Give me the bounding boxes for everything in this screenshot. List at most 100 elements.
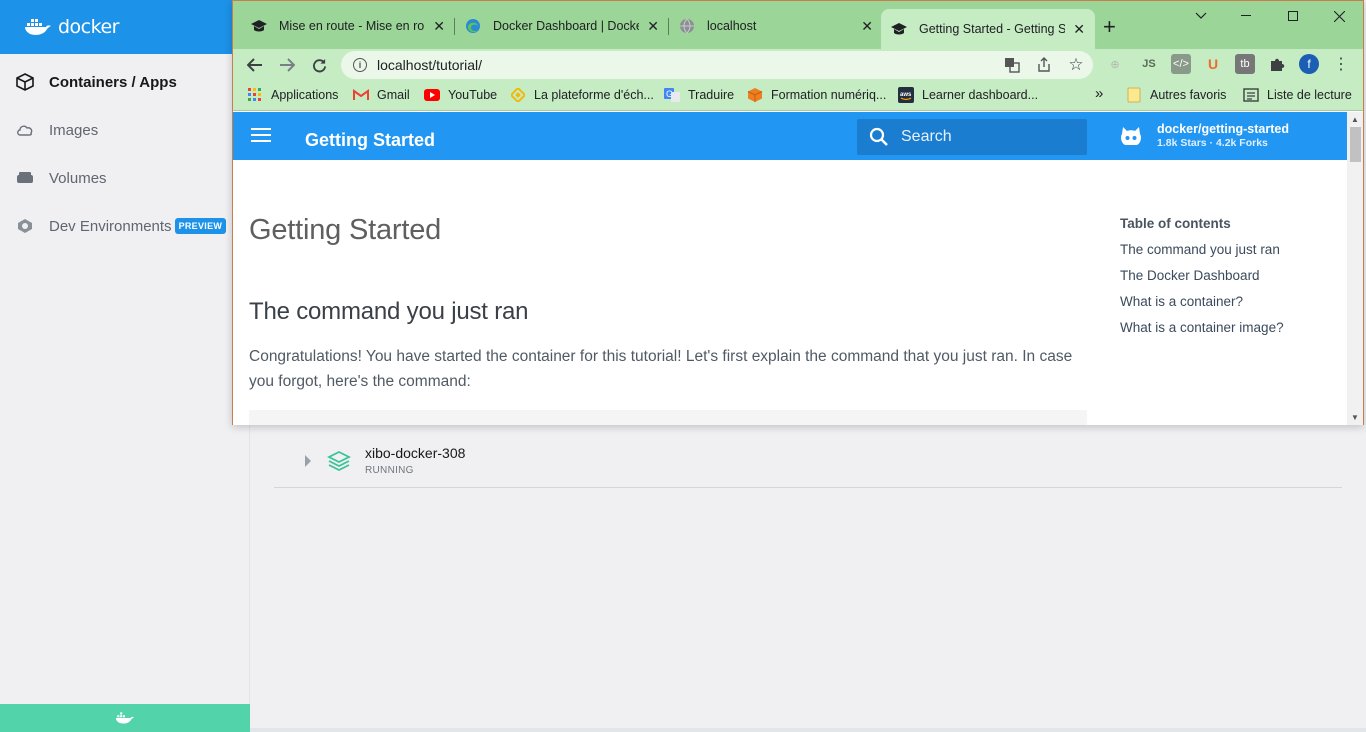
nav-item-volumes[interactable]: Volumes — [0, 154, 249, 202]
tab-extension-icon[interactable]: tb — [1235, 54, 1255, 74]
folder-icon — [1126, 87, 1142, 103]
menu-hamburger-icon[interactable] — [251, 128, 271, 142]
info-icon[interactable]: i — [353, 58, 367, 72]
close-icon[interactable]: ✕ — [861, 18, 873, 35]
reload-button[interactable] — [303, 51, 335, 79]
bookmark-label: Traduire — [688, 88, 735, 102]
nav-item-images[interactable]: Images — [0, 106, 249, 154]
zoom-extension-icon[interactable]: ⊕ — [1105, 54, 1125, 74]
edge-icon — [465, 18, 481, 34]
repo-link[interactable]: docker/getting-started 1.8k Stars · 4.2k… — [1119, 122, 1289, 149]
bookmark-traduire[interactable]: G Traduire — [664, 87, 734, 103]
code-extension-icon[interactable]: </> — [1171, 54, 1191, 74]
bookmark-label: Learner dashboard... — [922, 88, 1039, 102]
docker-whale-icon — [25, 19, 51, 35]
new-tab-button[interactable]: + — [1103, 14, 1116, 40]
expand-caret-icon[interactable] — [305, 454, 311, 467]
nav-label: Containers / Apps — [49, 73, 177, 91]
repo-name: docker/getting-started — [1157, 122, 1289, 136]
reading-list-button[interactable]: Liste de lecture — [1243, 87, 1352, 103]
aws-icon: aws — [898, 87, 914, 103]
chevron-down-icon — [1195, 12, 1207, 19]
search-box[interactable]: Search — [857, 119, 1087, 155]
container-icon — [16, 73, 34, 91]
reload-icon — [312, 58, 326, 72]
close-icon[interactable]: ✕ — [1073, 21, 1085, 38]
toc-title: Table of contents — [1120, 216, 1231, 231]
preview-badge: PREVIEW — [174, 218, 227, 234]
web-page: Getting Started Search docker/getting-st… — [233, 112, 1363, 425]
search-placeholder: Search — [901, 128, 952, 145]
graduation-cap-icon — [891, 21, 907, 37]
bookmark-label: La plateforme d'éch... — [534, 88, 654, 102]
site-title: Getting Started — [305, 130, 436, 150]
toc-link[interactable]: The command you just ran — [1120, 242, 1284, 257]
globe-icon — [679, 18, 695, 34]
container-row[interactable]: xibo-docker-308 RUNNING — [274, 434, 1342, 488]
arrow-left-icon — [247, 58, 262, 72]
js-extension-icon[interactable]: JS — [1139, 54, 1159, 74]
other-bookmarks-folder[interactable]: Autres favoris — [1126, 87, 1226, 103]
browser-toolbar: i localhost/tutorial/ ☆ ⊕ JS </> U tb f … — [233, 49, 1363, 81]
address-bar[interactable]: i localhost/tutorial/ ☆ — [341, 51, 1093, 79]
back-button[interactable] — [239, 51, 271, 79]
translate-icon[interactable] — [1001, 54, 1023, 76]
ublock-extension-icon[interactable]: U — [1203, 54, 1223, 74]
share-icon[interactable] — [1033, 54, 1055, 76]
forward-button[interactable] — [271, 51, 303, 79]
close-window-button[interactable] — [1316, 8, 1362, 24]
close-icon[interactable]: ✕ — [433, 18, 445, 35]
docker-logo-bar: docker — [0, 0, 249, 54]
intro-paragraph: Congratulations! You have started the co… — [249, 348, 1073, 390]
tab-title: Getting Started - Getting Started — [919, 22, 1066, 36]
tab-docker-dashboard[interactable]: Docker Dashboard | Docker ✕ — [455, 9, 669, 43]
toc-link[interactable]: What is a container image? — [1120, 320, 1284, 335]
minimize-window-button[interactable] — [1223, 8, 1269, 24]
puzzle-extension-icon[interactable] — [1267, 54, 1287, 74]
bookmark-binance[interactable]: La plateforme d'éch... — [510, 87, 654, 103]
more-bookmarks-button[interactable]: » — [1095, 85, 1103, 102]
url-text: localhost/tutorial/ — [377, 57, 483, 73]
docker-nav: Containers / Apps Images Volumes Dev Env… — [0, 58, 249, 250]
nav-label: Volumes — [49, 169, 107, 187]
bookmark-youtube[interactable]: YouTube — [424, 87, 497, 103]
minimize-icon — [1241, 15, 1251, 16]
bookmarks-bar: Applications Gmail YouTube La plateforme… — [233, 81, 1363, 111]
nav-label: Images — [49, 121, 99, 139]
repo-info: docker/getting-started 1.8k Stars · 4.2k… — [1157, 122, 1289, 149]
page-scrollbar[interactable]: ▲ ▼ — [1347, 112, 1363, 425]
nav-item-dev-environments[interactable]: Dev Environments PREVIEW — [0, 202, 249, 250]
profile-avatar[interactable]: f — [1299, 54, 1319, 74]
scroll-up-icon[interactable]: ▲ — [1351, 115, 1359, 124]
docker-status-footer[interactable] — [0, 704, 250, 732]
star-icon[interactable]: ☆ — [1065, 54, 1087, 76]
maximize-window-button[interactable] — [1270, 8, 1316, 24]
close-icon[interactable]: ✕ — [647, 18, 659, 35]
box-icon — [747, 87, 763, 103]
docker-bottom-bar — [250, 728, 1366, 732]
scroll-down-icon[interactable]: ▼ — [1351, 413, 1359, 422]
bookmark-learner-dashboard[interactable]: aws Learner dashboard... — [898, 87, 1038, 103]
nav-item-containers[interactable]: Containers / Apps — [0, 58, 249, 106]
scrollbar-thumb[interactable] — [1350, 127, 1361, 162]
tab-mise-en-route[interactable]: Mise en route - Mise en route ✕ — [241, 9, 455, 43]
tab-localhost[interactable]: localhost ✕ — [669, 9, 883, 43]
stack-icon — [327, 450, 351, 471]
tab-title: Mise en route - Mise en route — [279, 19, 425, 33]
bookmark-label: Applications — [271, 88, 339, 102]
translate-icon: G — [664, 87, 680, 103]
toc-link[interactable]: What is a container? — [1120, 294, 1284, 309]
bookmark-formation[interactable]: Formation numériq... — [747, 87, 886, 103]
bookmark-applications[interactable]: Applications — [247, 87, 338, 103]
bookmark-gmail[interactable]: Gmail — [353, 87, 410, 103]
container-name: xibo-docker-308 — [365, 445, 466, 461]
menu-kebab-icon[interactable]: ⋮ — [1331, 54, 1351, 74]
toc-link[interactable]: The Docker Dashboard — [1120, 268, 1284, 283]
bookmark-label: Gmail — [377, 88, 410, 102]
volume-icon — [16, 169, 34, 187]
container-info: xibo-docker-308 RUNNING — [365, 445, 465, 476]
github-octocat-icon — [1121, 126, 1141, 145]
minimize-button[interactable] — [1178, 8, 1224, 24]
tab-getting-started[interactable]: Getting Started - Getting Started ✕ — [881, 9, 1095, 49]
close-icon — [1333, 10, 1345, 22]
